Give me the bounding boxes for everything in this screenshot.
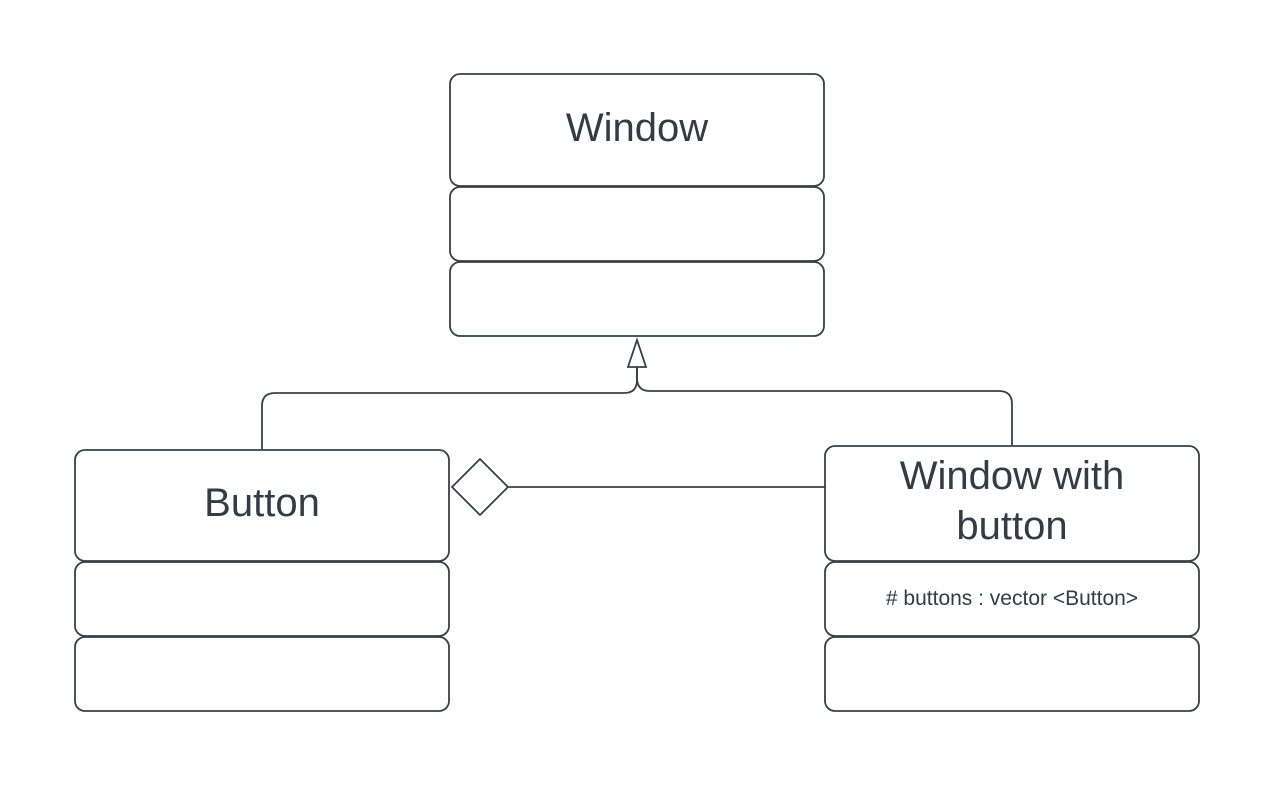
class-window-with-button-attribute: # buttons : vector <Button>: [886, 587, 1138, 610]
class-button-attributes-compartment: [74, 561, 450, 637]
class-window-with-button-name-line-2: button: [956, 504, 1067, 548]
generalization-line-button-to-window[interactable]: [261, 367, 638, 449]
class-button[interactable]: Button: [74, 449, 450, 712]
class-button-methods-compartment: [74, 636, 450, 712]
class-window-attributes-compartment: [449, 186, 825, 262]
class-window-with-button[interactable]: Window with button # buttons : vector <B…: [824, 445, 1200, 712]
class-window[interactable]: Window: [449, 73, 825, 337]
class-window-with-button-methods-compartment: [824, 636, 1200, 712]
generalization-line-window-with-button-to-window[interactable]: [636, 367, 1013, 445]
class-button-name: Button: [204, 481, 320, 525]
generalization-arrowhead-icon: [626, 337, 648, 368]
class-window-methods-compartment: [449, 261, 825, 337]
uml-diagram-canvas: Window Button Window with button # butto…: [74, 73, 1200, 712]
class-window-with-button-name-line-1: Window with: [900, 454, 1125, 498]
class-window-name: Window: [566, 106, 708, 150]
aggregation-diamond-icon: [450, 457, 510, 517]
